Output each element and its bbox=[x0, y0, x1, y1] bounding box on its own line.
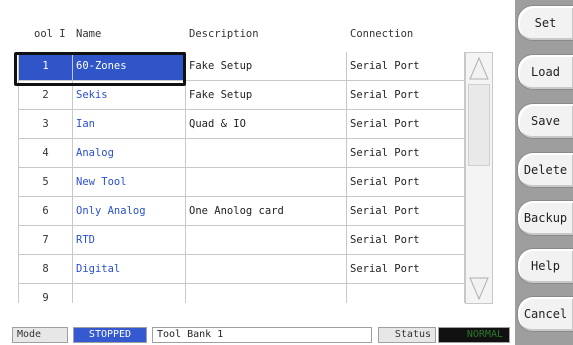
row-connection: Serial Port bbox=[346, 226, 465, 255]
row-number: 4 bbox=[18, 139, 72, 168]
row-description: One Anolog card bbox=[185, 197, 346, 226]
scroll-up-arrow-icon[interactable] bbox=[468, 55, 490, 83]
help-button[interactable]: Help bbox=[517, 248, 573, 284]
row-description bbox=[185, 284, 346, 303]
row-name: New Tool bbox=[72, 168, 185, 197]
cancel-button[interactable]: Cancel bbox=[517, 296, 573, 332]
tool-bank-field: Tool Bank 1 bbox=[152, 327, 372, 343]
table-row[interactable]: 9 bbox=[18, 284, 465, 303]
row-description bbox=[185, 226, 346, 255]
row-connection: Serial Port bbox=[346, 81, 465, 110]
row-description: Fake Setup bbox=[185, 52, 346, 81]
scrollbar-thumb[interactable] bbox=[468, 84, 490, 166]
row-name bbox=[72, 284, 185, 303]
row-number: 6 bbox=[18, 197, 72, 226]
table-row[interactable]: 3 Ian Quad & IO Serial Port bbox=[18, 110, 465, 139]
load-button[interactable]: Load bbox=[517, 54, 573, 90]
table-row[interactable]: 5 New Tool Serial Port bbox=[18, 168, 465, 197]
row-connection bbox=[346, 284, 465, 303]
row-name: Digital bbox=[72, 255, 185, 284]
status-label: Status bbox=[378, 327, 436, 343]
row-number: 5 bbox=[18, 168, 72, 197]
tool-table: 1 60-Zones Fake Setup Serial Port 2 Seki… bbox=[18, 52, 465, 303]
row-name: Ian bbox=[72, 110, 185, 139]
row-number: 9 bbox=[18, 284, 72, 303]
selection-highlight bbox=[14, 52, 186, 86]
row-connection: Serial Port bbox=[346, 52, 465, 81]
mode-label: Mode bbox=[12, 327, 68, 343]
row-connection: Serial Port bbox=[346, 197, 465, 226]
column-header-connection: Connection bbox=[350, 28, 414, 40]
row-number: 3 bbox=[18, 110, 72, 139]
row-connection: Serial Port bbox=[346, 110, 465, 139]
set-button[interactable]: Set bbox=[517, 5, 573, 41]
status-value: NORMAL bbox=[438, 327, 510, 343]
save-button[interactable]: Save bbox=[517, 103, 573, 139]
table-row[interactable]: 4 Analog Serial Port bbox=[18, 139, 465, 168]
scroll-down-arrow-icon[interactable] bbox=[468, 274, 490, 302]
table-row[interactable]: 7 RTD Serial Port bbox=[18, 226, 465, 255]
table-row[interactable]: 8 Digital Serial Port bbox=[18, 255, 465, 284]
backup-button[interactable]: Backup bbox=[517, 200, 573, 236]
row-name: Only Analog bbox=[72, 197, 185, 226]
row-name: Analog bbox=[72, 139, 185, 168]
row-description bbox=[185, 139, 346, 168]
mode-value: STOPPED bbox=[73, 327, 147, 343]
row-number: 8 bbox=[18, 255, 72, 284]
column-header-number: ool I bbox=[34, 28, 66, 40]
row-description bbox=[185, 168, 346, 197]
row-description: Fake Setup bbox=[185, 81, 346, 110]
column-header-name: Name bbox=[76, 28, 102, 40]
row-connection: Serial Port bbox=[346, 168, 465, 197]
row-description: Quad & IO bbox=[185, 110, 346, 139]
table-row[interactable]: 6 Only Analog One Anolog card Serial Por… bbox=[18, 197, 465, 226]
row-connection: Serial Port bbox=[346, 139, 465, 168]
row-number: 7 bbox=[18, 226, 72, 255]
delete-button[interactable]: Delete bbox=[517, 152, 573, 188]
row-connection: Serial Port bbox=[346, 255, 465, 284]
row-name: RTD bbox=[72, 226, 185, 255]
column-header-description: Description bbox=[189, 28, 259, 40]
row-description bbox=[185, 255, 346, 284]
